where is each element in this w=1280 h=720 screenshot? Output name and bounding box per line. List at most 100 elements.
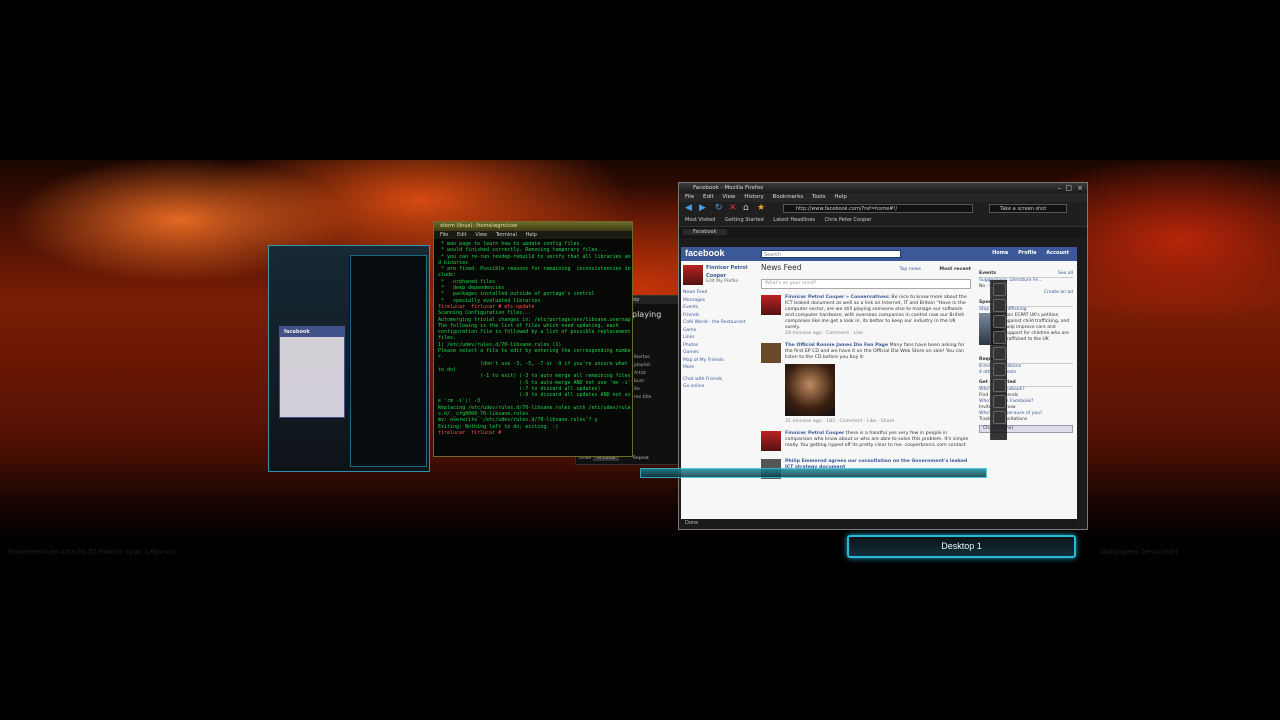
tab-bar: Facebook	[679, 227, 1087, 238]
most-recent-tab[interactable]: Most recent	[939, 267, 971, 273]
events-header: Events See all	[979, 271, 1073, 278]
story-photo[interactable]	[785, 364, 835, 416]
nav-links[interactable]: Links	[683, 334, 755, 342]
terminal-icon[interactable]	[992, 347, 1006, 360]
news-feed: News Feed Top news Most recent What's on…	[761, 264, 971, 487]
menu-history[interactable]: History	[744, 194, 764, 200]
firefox-titlebar[interactable]: Facebook - Mozilla Firefox – □ ×	[679, 183, 1087, 193]
see-all-link[interactable]: See all	[1058, 271, 1073, 277]
facebook-search-input[interactable]: Search	[761, 250, 901, 258]
story-meta[interactable]: 31 minutes ago · 182 · Comment · Like · …	[785, 419, 971, 425]
terminal-menu-edit[interactable]: Edit	[457, 232, 467, 238]
firefox-icon[interactable]	[992, 395, 1006, 408]
facebook-logo[interactable]: facebook	[685, 248, 725, 258]
nav-map-of-friends[interactable]: Map of My Friends	[683, 357, 755, 365]
forward-icon[interactable]: ▶	[699, 203, 706, 214]
fb-home-link[interactable]: Home	[992, 250, 1008, 256]
menu-file[interactable]: File	[685, 194, 694, 200]
bookmark-latest-headlines[interactable]: Latest Headlines	[773, 217, 815, 223]
story-avatar[interactable]	[761, 343, 781, 363]
image-icon[interactable]	[992, 363, 1006, 376]
terminal-line: (-1 to exit) (-3 to auto merge all remai…	[438, 373, 632, 380]
search-bar[interactable]: Take a screen shot	[989, 204, 1067, 213]
whos-here-link[interactable]: Who's here because of you?	[979, 411, 1042, 416]
facebook-page: facebook Search Home Profile Account Fin…	[681, 247, 1077, 519]
player-row: me title	[634, 395, 652, 400]
terminal-line: * would finished correctly. Removing tem…	[438, 247, 607, 254]
navigation-toolbar: ◀ ▶ ↻ ✕ ⌂ ★ http://www.facebook.com/?ref…	[679, 202, 1087, 215]
menu-bookmarks[interactable]: Bookmarks	[773, 194, 804, 200]
power-icon[interactable]	[992, 283, 1006, 296]
story-meta[interactable]: 28 minutes ago · Comment · Like	[785, 331, 971, 337]
edit-profile-link[interactable]: Edit My Profile	[706, 278, 738, 286]
fb-profile-link[interactable]: Profile	[1018, 250, 1036, 256]
menu-view[interactable]: View	[722, 194, 735, 200]
story-author[interactable]: Finnicer Petrol Cooper	[785, 431, 844, 436]
tab-facebook[interactable]: Facebook	[683, 229, 727, 235]
nav-news-feed[interactable]: News Feed	[683, 289, 755, 297]
home-icon[interactable]: ⌂	[743, 203, 749, 214]
story-avatar[interactable]	[761, 295, 781, 315]
nav-events[interactable]: Events	[683, 304, 755, 312]
settings-icon[interactable]	[992, 411, 1006, 424]
reflection-text: Pandemonium Attacks ID Hamza Ilyas, Leba…	[8, 548, 176, 556]
events-title: Events	[979, 271, 997, 276]
maximize-icon[interactable]: □	[1065, 183, 1072, 193]
menu-tools[interactable]: Tools	[812, 194, 826, 200]
window-thumbnail-terminal[interactable]	[350, 255, 427, 467]
nav-messages[interactable]: Messages	[683, 297, 755, 305]
terminal-menu-terminal[interactable]: Terminal	[496, 232, 517, 238]
player-row: playlist	[634, 363, 651, 368]
nav-more[interactable]: More	[683, 364, 755, 372]
terminal-menu-file[interactable]: File	[440, 232, 448, 238]
url-bar[interactable]: http://www.facebook.com/?ref=home#!/	[783, 204, 973, 213]
minimize-icon[interactable]: –	[1058, 183, 1062, 193]
nav-photos[interactable]: Photos	[683, 342, 755, 350]
terminal-output[interactable]: * man page to learn how to update config…	[434, 239, 632, 457]
bookmark-getting-started[interactable]: Getting Started	[725, 217, 764, 223]
menu-help[interactable]: Help	[834, 194, 847, 200]
top-news-tab[interactable]: Top news	[899, 267, 921, 273]
monitor-icon[interactable]	[992, 315, 1006, 328]
nav-games[interactable]: Games	[683, 349, 755, 357]
notes-icon[interactable]	[992, 331, 1006, 344]
thumbnail-facebook-page: facebook	[279, 326, 345, 418]
terminal-window[interactable]: xterm (linux): /home/wgrn/cow File Edit …	[433, 221, 633, 457]
terminal-titlebar[interactable]: xterm (linux): /home/wgrn/cow	[434, 222, 632, 231]
chat-with-friends[interactable]: Chat with Friends	[683, 376, 755, 384]
story-avatar[interactable]	[761, 431, 781, 451]
terminal-line: (-5 to auto-merge AND not use 'mv -i')	[438, 379, 632, 386]
terminal-menu-help[interactable]: Help	[525, 232, 536, 238]
menu-edit[interactable]: Edit	[703, 194, 714, 200]
create-ad-link[interactable]: Create an ad	[1044, 290, 1073, 295]
avatar[interactable]	[683, 265, 703, 285]
fb-account-link[interactable]: Account	[1046, 250, 1069, 256]
event-suggestion[interactable]: Suggestions: Literature Fe...	[979, 278, 1042, 283]
media-icon[interactable]	[992, 379, 1006, 392]
reload-icon[interactable]: ↻	[715, 203, 723, 214]
bulb-icon[interactable]	[992, 299, 1006, 312]
facebook-toplinks: Home Profile Account	[984, 250, 1069, 256]
bookmark-most-visited[interactable]: Most Visited	[685, 217, 715, 223]
bookmark-chris-peter-cooper[interactable]: Chris Peter Cooper	[825, 217, 872, 223]
facebook-left-nav: Finnicer Petrol Cooper Edit My Profile N…	[683, 265, 755, 391]
terminal-line: * are fixed. Possible reasons for remain…	[438, 266, 631, 273]
nav-friends[interactable]: Friends	[683, 312, 755, 320]
back-icon[interactable]: ◀	[685, 203, 692, 214]
go-online-link[interactable]: Go online	[683, 383, 755, 391]
bookmark-star-icon[interactable]: ★	[757, 203, 765, 214]
player-row: ite	[634, 387, 640, 392]
repeat-toggle[interactable]: Repeat	[633, 456, 649, 461]
reflection-text: Wallpapers Deviantart	[1100, 548, 1179, 556]
story-author[interactable]: Finnicer Petrol Cooper » Conservatives:	[785, 295, 890, 300]
status-input[interactable]: What's on your mind?	[761, 279, 971, 289]
close-icon[interactable]: ×	[1077, 183, 1083, 193]
task-switcher-strip[interactable]	[640, 468, 987, 478]
stop-icon[interactable]: ✕	[729, 203, 737, 214]
nav-cafe-world[interactable]: Café World - the Restaurant Game	[683, 319, 755, 334]
firefox-title: Facebook - Mozilla Firefox	[693, 185, 764, 191]
story-author[interactable]: The Official Ronnie James Dio Fan Page	[785, 343, 888, 348]
terminal-line: * you can re-run revdep-rebuild to verif…	[438, 253, 631, 260]
terminal-menu-view[interactable]: View	[475, 232, 487, 238]
player-row: lbertas	[634, 355, 650, 360]
